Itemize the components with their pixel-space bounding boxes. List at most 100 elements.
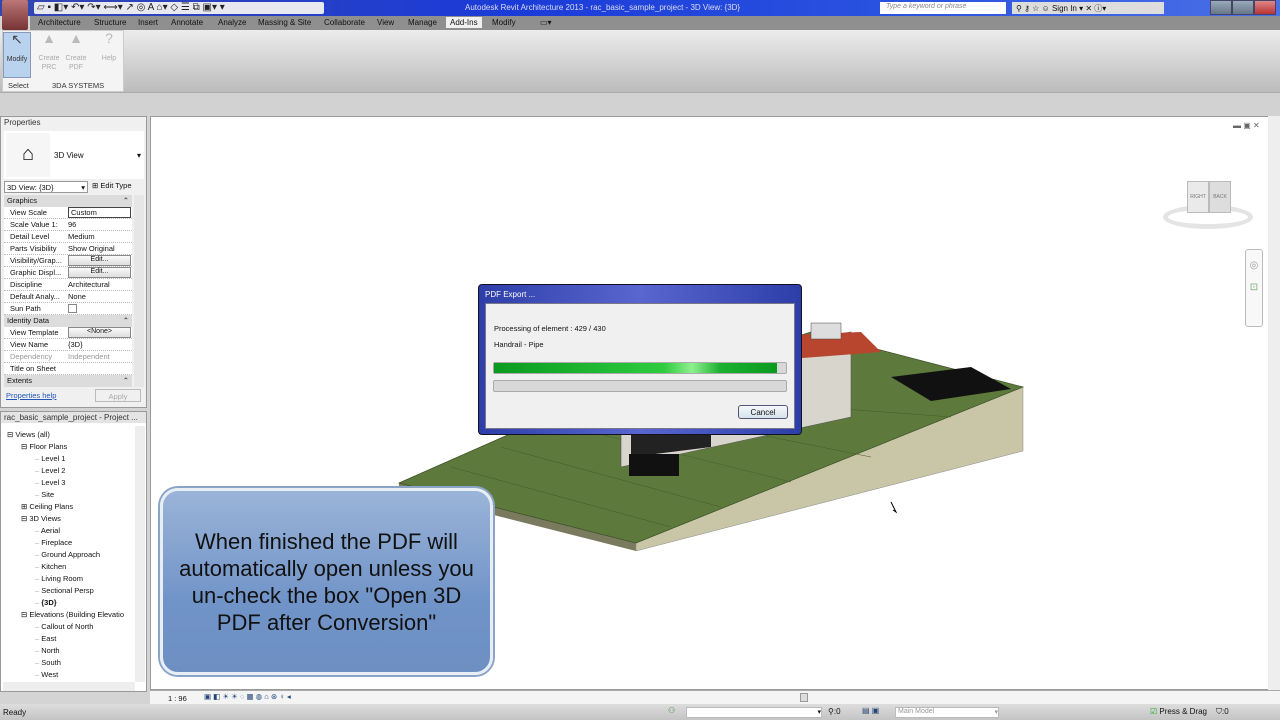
type-selector[interactable]: ⌂ 3D View ▾ <box>4 131 144 179</box>
viewcube-back-face[interactable]: BACK <box>1209 181 1231 213</box>
browser-item[interactable]: ⊟ Views (all) <box>7 430 50 439</box>
section-graphics[interactable]: Graphics ⌃ <box>4 195 132 207</box>
browser-item[interactable]: – North <box>35 646 60 655</box>
browser-item[interactable]: ⊟ Elevations (Building Elevatio <box>21 610 124 619</box>
view-vscrollbar[interactable] <box>1268 116 1280 690</box>
help-icon[interactable]: ▾ ✕ ⓘ▾ <box>1077 4 1106 13</box>
browser-item[interactable]: – East <box>35 634 56 643</box>
worksets-icon[interactable]: ⚇ <box>668 706 675 715</box>
quick-access-toolbar[interactable]: ▱ ▪ ◧▾ ↶▾ ↷▾ ⟷▾ ↗ ◎ A ⌂▾ ◇ ☰ ⧉ ▣▾ ▾ <box>34 2 324 14</box>
browser-item-label: Elevations (Building Elevatio <box>29 610 125 619</box>
tab-structure[interactable]: Structure <box>90 17 130 28</box>
design-option-dropdown[interactable]: Main Model ▾ <box>895 707 999 718</box>
zoom-icon[interactable]: ⊡ <box>1250 282 1258 293</box>
browser-item[interactable]: – Site <box>35 490 54 499</box>
browser-vscrollbar[interactable] <box>135 426 145 682</box>
editable-only-icon[interactable]: ⚲:0 <box>828 707 841 716</box>
minimize-button[interactable] <box>1210 0 1232 15</box>
panel-toggle-icon[interactable]: ▭▾ <box>536 17 556 28</box>
apply-button[interactable]: Apply <box>95 389 141 402</box>
view-selector[interactable]: 3D View: {3D} ▾ <box>4 181 88 193</box>
prop-default-analysis[interactable]: Default Analy... None <box>4 291 132 303</box>
tab-analyze[interactable]: Analyze <box>214 17 250 28</box>
prop-view-name[interactable]: View Name {3D} <box>4 339 132 351</box>
browser-item-label: Ceiling Plans <box>29 502 74 511</box>
search-input[interactable]: Type a keyword or phrase <box>880 2 1006 14</box>
browser-item[interactable]: – Sectional Persp <box>35 586 94 595</box>
workset-dropdown[interactable]: ▾ <box>686 707 822 718</box>
prop-view-scale[interactable]: View Scale Custom <box>4 207 132 219</box>
modify-button[interactable]: ↖ Modify <box>3 32 31 78</box>
infocenter[interactable]: ⚲ ⚷ ☆ ☺ Sign In ▾ ✕ ⓘ▾ <box>1012 2 1164 14</box>
edit-graphic-display-button[interactable]: Edit... <box>68 267 131 278</box>
maximize-button[interactable] <box>1232 0 1254 15</box>
tab-massing-site[interactable]: Massing & Site <box>254 17 315 28</box>
prop-parts-visibility[interactable]: Parts Visibility Show Original <box>4 243 132 255</box>
view-scale-label[interactable]: 1 : 96 <box>168 694 187 703</box>
view-hscroll-thumb[interactable] <box>800 693 808 702</box>
sun-path-checkbox[interactable] <box>68 304 77 313</box>
view-template-button[interactable]: <None> <box>68 327 131 338</box>
browser-item[interactable]: – Level 2 <box>35 466 65 475</box>
viewcube-right-face[interactable]: RIGHT <box>1187 181 1209 213</box>
binoculars-icon[interactable]: ⚲ ⚷ ☆ ☺ <box>1016 4 1052 13</box>
section-identity-data[interactable]: Identity Data ⌃ <box>4 315 132 327</box>
browser-item[interactable]: – Fireplace <box>35 538 72 547</box>
create-prc-button[interactable]: ▲ Create PRC <box>35 31 63 78</box>
browser-item[interactable]: ⊞ Ceiling Plans <box>21 502 73 511</box>
design-options-icon[interactable]: ▤ ▣ <box>862 706 879 715</box>
browser-item[interactable]: – Level 1 <box>35 454 65 463</box>
filter-icon[interactable]: ⛉:0 <box>1216 707 1229 717</box>
browser-item[interactable]: ⊟ Floor Plans <box>21 442 67 451</box>
browser-item-label: Callout of North <box>41 622 94 631</box>
browser-item-label: Level 3 <box>41 478 66 487</box>
browser-item[interactable]: – Level 3 <box>35 478 65 487</box>
viewcube[interactable]: RIGHT BACK <box>1163 177 1253 229</box>
browser-item[interactable]: ⊟ 3D Views <box>21 514 61 523</box>
close-button[interactable] <box>1254 0 1276 15</box>
cancel-button[interactable]: Cancel <box>738 405 788 419</box>
processing-text: Processing of element : 429 / 430 <box>494 324 606 333</box>
browser-item[interactable]: – Aerial <box>35 526 60 535</box>
edit-visibility-button[interactable]: Edit... <box>68 255 131 266</box>
prop-detail-level[interactable]: Detail Level Medium <box>4 231 132 243</box>
tab-collaborate[interactable]: Collaborate <box>320 17 369 28</box>
properties-help-link[interactable]: Properties help <box>6 391 56 400</box>
application-menu-button[interactable] <box>2 0 28 30</box>
steering-wheel-icon[interactable]: ◎ <box>1250 260 1259 271</box>
browser-item[interactable]: – Ground Approach <box>35 550 100 559</box>
browser-item[interactable]: – {3D} <box>35 598 57 607</box>
tab-view[interactable]: View <box>373 17 398 28</box>
prop-discipline[interactable]: Discipline Architectural <box>4 279 132 291</box>
ribbon-tabs: Architecture Structure Insert Annotate A… <box>30 16 1280 30</box>
properties-scrollbar[interactable] <box>134 195 144 387</box>
prop-scale-value[interactable]: Scale Value 1: 96 <box>4 219 132 231</box>
view-control-icons[interactable]: ▣ ◧ ☀ ☀ ◌ ▦ ◍ ⌂ ⊛ ♀ ◂ <box>204 692 291 701</box>
press-drag-checkbox[interactable]: ☑ Press & Drag <box>1150 707 1207 716</box>
browser-hscrollbar[interactable] <box>3 682 135 691</box>
tab-manage[interactable]: Manage <box>404 17 441 28</box>
prop-title-on-sheet[interactable]: Title on Sheet <box>4 363 132 375</box>
browser-item-label: Fireplace <box>41 538 73 547</box>
sign-in-link[interactable]: Sign In <box>1052 4 1077 13</box>
browser-item[interactable]: – Callout of North <box>35 622 93 631</box>
help-icon: ? <box>105 30 113 46</box>
browser-item[interactable]: – South <box>35 658 61 667</box>
navigation-bar[interactable]: ◎ ⊡ <box>1245 249 1263 327</box>
tab-add-ins[interactable]: Add-Ins <box>446 17 482 28</box>
cursor-icon: ↖ <box>11 31 23 47</box>
tab-annotate[interactable]: Annotate <box>167 17 207 28</box>
tab-modify[interactable]: Modify <box>488 17 520 28</box>
browser-item[interactable]: – West <box>35 670 58 679</box>
view-window-controls[interactable]: ▬ ▣ ✕ <box>1233 121 1260 130</box>
edit-type-button[interactable]: ⊞ Edit Type <box>92 181 132 190</box>
help-button[interactable]: ? Help <box>95 30 123 78</box>
progress-bar-secondary <box>493 380 787 392</box>
browser-item[interactable]: – Living Room <box>35 574 83 583</box>
create-pdf-button[interactable]: ▲ Create PDF <box>62 31 90 78</box>
tab-insert[interactable]: Insert <box>134 17 162 28</box>
browser-item[interactable]: – Kitchen <box>35 562 66 571</box>
tutorial-callout: When finished the PDF will automatically… <box>160 488 493 675</box>
section-extents[interactable]: Extents ⌃ <box>4 375 132 387</box>
tab-architecture[interactable]: Architecture <box>34 17 85 28</box>
